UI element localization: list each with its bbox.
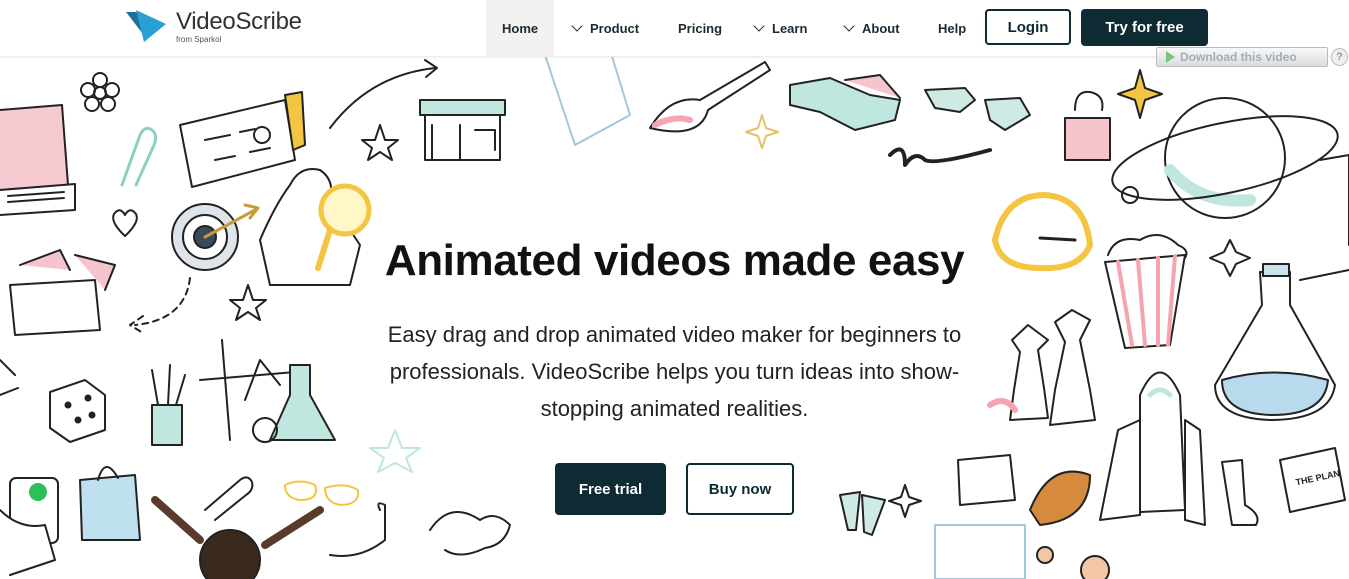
chevron-down-icon xyxy=(753,20,765,32)
flower-icon xyxy=(80,72,120,112)
videoscribe-logo-icon xyxy=(126,10,166,42)
chevron-down-icon xyxy=(843,20,855,32)
nav-pricing-label: Pricing xyxy=(678,20,723,36)
star-icon xyxy=(369,429,421,473)
chess-pieces-icon xyxy=(987,309,1096,426)
paperclip-icon xyxy=(204,476,254,521)
cheering-person-icon xyxy=(151,496,324,579)
brand-name: VideoScribe xyxy=(176,8,302,35)
shopping-bag-icon xyxy=(79,466,141,541)
nav-pricing[interactable]: Pricing xyxy=(678,0,722,56)
phone-icon xyxy=(0,477,59,576)
plan-board-icon xyxy=(179,91,306,188)
laptop-icon xyxy=(0,104,76,216)
signature-icon xyxy=(888,147,992,167)
sparkle-icon xyxy=(1117,69,1163,119)
paperclip-icon xyxy=(120,126,158,187)
arrow-icon xyxy=(329,59,438,129)
flask-icon xyxy=(269,364,336,441)
download-video-label: Download this video xyxy=(1180,50,1297,64)
paper-icon xyxy=(544,49,631,146)
puzzle-icon xyxy=(924,87,1031,131)
star-icon xyxy=(361,124,399,161)
paintbrush-icon xyxy=(649,61,771,133)
free-trial-button[interactable]: Free trial xyxy=(555,463,666,515)
dashed-arrow-icon xyxy=(129,277,191,334)
star-icon xyxy=(229,284,267,321)
hero-subtitle: Easy drag and drop animated video maker … xyxy=(387,322,962,421)
nav-learn[interactable]: Learn xyxy=(753,0,808,56)
nav-home[interactable]: Home xyxy=(486,0,555,56)
brand-sub: from Sparkol xyxy=(176,35,222,44)
nav-home-label: Home xyxy=(502,20,539,36)
chevron-down-icon xyxy=(571,20,583,32)
nav-learn-label: Learn xyxy=(772,20,808,36)
sunglasses-icon xyxy=(284,480,360,506)
nav-help[interactable]: Help xyxy=(938,0,966,56)
videoscribe-logo[interactable]: VideoScribe from Sparkol xyxy=(124,8,314,48)
dice-icon xyxy=(49,379,106,443)
download-video-button[interactable]: Download this video xyxy=(1156,47,1328,67)
buy-now-button[interactable]: Buy now xyxy=(686,463,794,515)
rocket-icon xyxy=(1099,371,1206,526)
sock-icon xyxy=(1221,459,1259,526)
flask-icon xyxy=(1214,263,1336,421)
handshake-icon xyxy=(789,74,901,131)
bird-icon xyxy=(429,511,511,556)
login-button[interactable]: Login xyxy=(985,9,1071,45)
champagne-glasses-icon xyxy=(839,491,886,536)
hero-title: Animated videos made easy xyxy=(384,236,965,285)
lock-icon xyxy=(1064,90,1111,161)
download-video-bar: Download this video ? xyxy=(1156,47,1349,69)
pencil-cup-icon xyxy=(151,364,186,446)
nav-about[interactable]: About xyxy=(843,0,900,56)
heart-icon xyxy=(112,209,138,237)
nav-product-label: Product xyxy=(590,20,640,36)
sparkle-icon xyxy=(745,114,779,149)
earphones-icon xyxy=(329,502,386,557)
shop-icon xyxy=(419,99,506,161)
nav-product[interactable]: Product xyxy=(571,0,640,56)
top-navigation-bar: VideoScribe from Sparkol Home Product Pr… xyxy=(0,0,1349,57)
person-icon xyxy=(1080,555,1110,579)
nav-about-label: About xyxy=(862,20,900,36)
hero-doodle-illustrations: THE PLAN xyxy=(0,49,1349,579)
football-icon xyxy=(1029,470,1091,526)
person-icon xyxy=(1036,546,1054,564)
diagram-board-icon xyxy=(934,524,1026,579)
try-for-free-button[interactable]: Try for free xyxy=(1081,9,1208,46)
camera-icon xyxy=(957,454,1016,506)
help-icon[interactable]: ? xyxy=(1331,48,1348,66)
nav-help-label: Help xyxy=(938,20,967,36)
play-icon xyxy=(1166,51,1175,63)
